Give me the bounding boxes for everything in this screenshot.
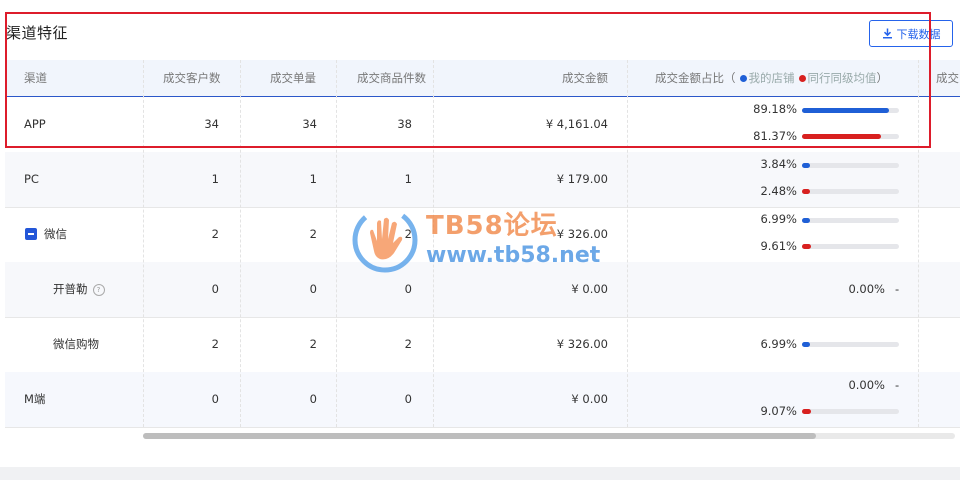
table-row: 微信购物 2 2 2 ¥ 326.00 6.99% [5, 317, 960, 373]
header-share[interactable]: 成交金额占比（ 我的店铺 同行同级均值） [655, 60, 888, 96]
cell-items: 2 [404, 227, 412, 241]
cell-customers: 34 [204, 117, 219, 131]
share-bar-mine [802, 342, 899, 347]
collapse-icon[interactable] [25, 228, 37, 240]
cell-customers: 0 [211, 392, 219, 406]
cell-amount: ¥ 0.00 [571, 392, 608, 406]
cell-amount: ¥ 326.00 [556, 337, 608, 351]
share-bar-mine [802, 108, 899, 113]
cell-channel: M端 [24, 392, 46, 406]
header-customers[interactable]: 成交客户数 [163, 60, 221, 96]
table-row: PC 1 1 1 ¥ 179.00 3.84% 2.48% [5, 152, 960, 208]
cell-items: 2 [404, 337, 412, 351]
column-divider [627, 60, 628, 427]
header-orders[interactable]: 成交单量 [270, 60, 316, 96]
cell-amount: ¥ 4,161.04 [545, 117, 608, 131]
cell-items: 1 [404, 172, 412, 186]
header-next[interactable]: 成交 [936, 60, 959, 96]
cell-customers: 2 [211, 227, 219, 241]
cell-amount: ¥ 0.00 [571, 282, 608, 296]
scrollbar-thumb[interactable] [143, 433, 816, 439]
share-bar-peer [802, 189, 899, 194]
table-header: 渠道 成交客户数 成交单量 成交商品件数 成交金额 成交金额占比（ 我的店铺 同行同… [5, 60, 960, 97]
cell-items: 38 [397, 117, 412, 131]
horizontal-scrollbar[interactable] [143, 433, 955, 439]
column-divider [143, 60, 144, 427]
legend-mine-dot [739, 74, 747, 82]
table-row: APP 34 34 38 ¥ 4,161.04 89.18% 81.37% [5, 97, 960, 153]
cell-customers: 0 [211, 282, 219, 296]
cell-channel: 开普勒? [53, 262, 105, 317]
table-row: 微信 2 2 2 ¥ 326.00 6.99% 9.61% [5, 207, 960, 263]
section-title: 渠道特征 [6, 24, 69, 42]
download-data-label: 下载数据 [896, 27, 941, 41]
cell-share-mine: 89.18% [753, 102, 797, 116]
legend-peer-dot [798, 74, 806, 82]
cell-amount: ¥ 179.00 [556, 172, 608, 186]
cell-orders: 1 [309, 172, 317, 186]
cell-share-peer: 2.48% [760, 184, 797, 198]
cell-orders: 2 [309, 227, 317, 241]
cell-customers: 2 [211, 337, 219, 351]
download-icon [882, 28, 892, 39]
cell-amount: ¥ 326.00 [556, 227, 608, 241]
column-divider [433, 60, 434, 427]
header-share-label: 成交金额占比（ [655, 71, 736, 85]
header-items[interactable]: 成交商品件数 [357, 60, 426, 96]
cell-channel: APP [24, 117, 46, 131]
bottom-divider [0, 467, 960, 480]
cell-share-mine: 6.99% [760, 212, 797, 226]
cell-share-dash: - [895, 378, 900, 392]
cell-items: 0 [404, 282, 412, 296]
cell-share-peer: 9.07% [760, 404, 797, 418]
cell-share-peer: 81.37% [753, 129, 797, 143]
cell-channel: 微信 [44, 227, 67, 241]
cell-share-mine: 3.84% [760, 157, 797, 171]
share-bar-peer [802, 244, 899, 249]
share-bar-mine [802, 218, 899, 223]
cell-items: 0 [404, 392, 412, 406]
legend-peer-label: 同行同级均值 [807, 71, 877, 85]
header-amount[interactable]: 成交金额 [562, 60, 608, 96]
cell-channel: 微信购物 [53, 337, 99, 351]
cell-channel-label: 开普勒 [53, 282, 88, 296]
cell-share-mine: 6.99% [760, 337, 797, 351]
share-bar-peer [802, 409, 899, 414]
table-row: M端 0 0 0 ¥ 0.00 0.00% - 9.07% [5, 372, 960, 428]
legend-mine-label: 我的店铺 [748, 71, 795, 85]
header-channel[interactable]: 渠道 [24, 60, 47, 96]
cell-orders: 2 [309, 337, 317, 351]
share-bar-mine [802, 163, 899, 168]
help-icon[interactable]: ? [92, 283, 105, 296]
cell-orders: 34 [302, 117, 317, 131]
column-divider [336, 60, 337, 427]
share-bar-peer [802, 134, 899, 139]
column-divider [240, 60, 241, 427]
cell-share-mine: 0.00% [848, 282, 885, 296]
table-row: 开普勒? 0 0 0 ¥ 0.00 0.00% - [5, 262, 960, 318]
cell-orders: 0 [309, 392, 317, 406]
cell-share-mine: 0.00% [848, 378, 885, 392]
cell-customers: 1 [211, 172, 219, 186]
download-data-button[interactable]: 下载数据 [869, 20, 953, 47]
cell-orders: 0 [309, 282, 317, 296]
cell-channel: PC [24, 172, 39, 186]
cell-share-dash: - [895, 282, 900, 296]
column-divider [918, 60, 919, 427]
header-share-close: ） [876, 71, 889, 85]
cell-share-peer: 9.61% [760, 239, 797, 253]
